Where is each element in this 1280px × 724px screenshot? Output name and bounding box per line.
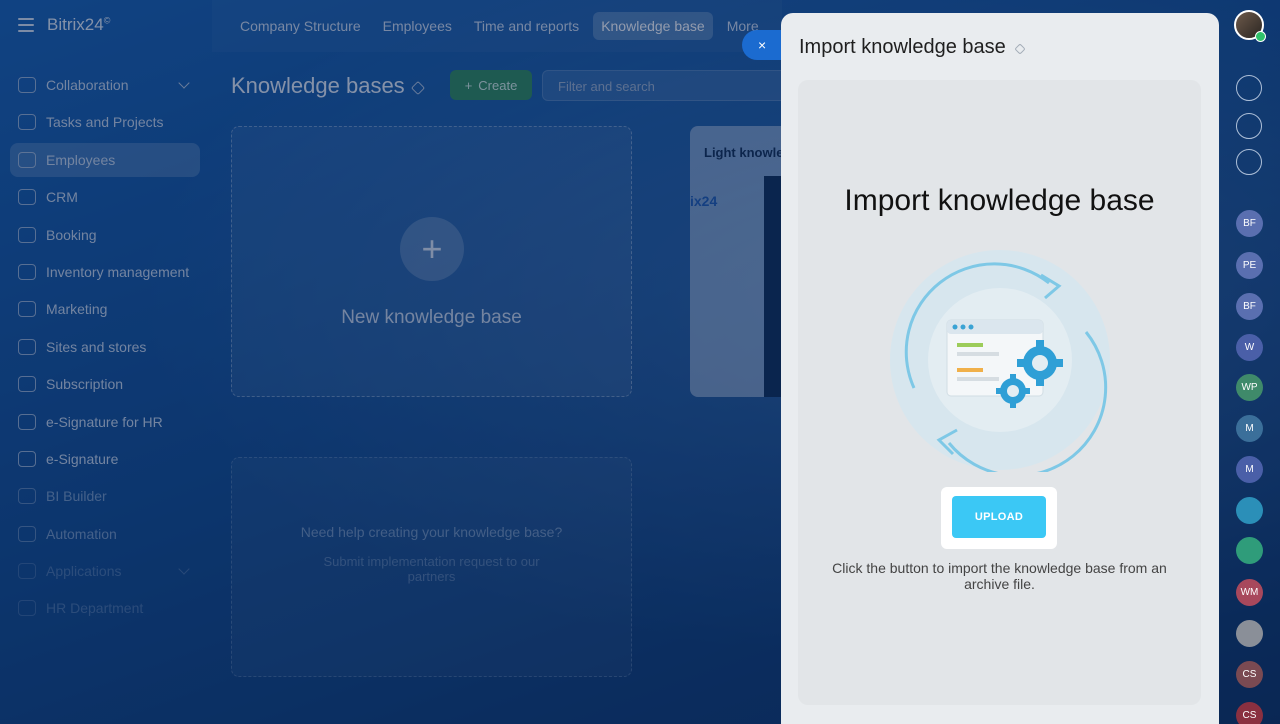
bell-icon[interactable]: [1236, 75, 1262, 101]
contact-avatar[interactable]: PE: [1236, 252, 1263, 279]
chat-group-icon[interactable]: [1236, 497, 1263, 524]
contact-avatar[interactable]: CS: [1236, 661, 1263, 688]
contact-avatar[interactable]: WM: [1236, 579, 1263, 606]
contact-avatar[interactable]: BF: [1236, 210, 1263, 237]
import-panel: Import knowledge base Import knowledge b…: [781, 13, 1219, 724]
upload-highlight: UPLOAD: [941, 487, 1057, 549]
pin-icon[interactable]: [1014, 43, 1026, 55]
people-group-icon[interactable]: [1236, 537, 1263, 564]
contact-avatar[interactable]: BF: [1236, 293, 1263, 320]
contact-avatar[interactable]: WP: [1236, 374, 1263, 401]
import-heading: Import knowledge base: [844, 184, 1155, 217]
right-bar: BF PE BF W WP M M WM CS CS: [1220, 0, 1280, 724]
import-illustration-icon: [890, 250, 1110, 472]
contact-avatar[interactable]: CS: [1236, 702, 1263, 724]
upload-button[interactable]: UPLOAD: [952, 496, 1046, 538]
contact-photo-avatar[interactable]: [1236, 620, 1263, 647]
panel-title: Import knowledge base: [799, 36, 1026, 59]
contact-avatar[interactable]: M: [1236, 456, 1263, 483]
upload-hint: Click the button to import the knowledge…: [832, 560, 1167, 592]
import-content: Import knowledge base UPLOAD Click the b…: [798, 80, 1201, 705]
chat-search-icon[interactable]: [1236, 149, 1262, 175]
contact-avatar[interactable]: M: [1236, 415, 1263, 442]
panel-title-text: Import knowledge base: [799, 36, 1006, 58]
contact-avatar[interactable]: W: [1236, 334, 1263, 361]
close-icon: ×: [758, 37, 767, 53]
online-status-icon: [1255, 31, 1266, 42]
copilot-icon[interactable]: [1236, 113, 1262, 139]
